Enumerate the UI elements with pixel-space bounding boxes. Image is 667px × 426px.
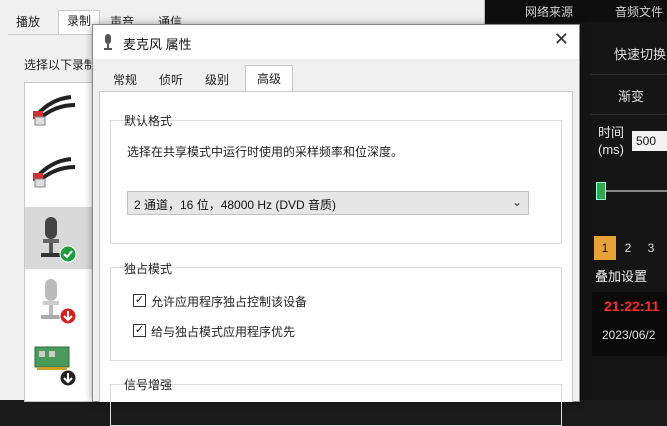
tab-listen[interactable]: 侦听: [153, 69, 189, 91]
dialog-titlebar: 麦克风 属性 ✕: [93, 25, 579, 59]
time-ms-input[interactable]: 500: [632, 131, 667, 151]
time-label-line1: 时间: [598, 125, 625, 140]
microphone-icon: [104, 34, 112, 50]
quick-switch-button[interactable]: 快速切换: [614, 44, 666, 63]
allow-exclusive-control-label: 允许应用程序独占控制该设备: [151, 295, 308, 309]
rca-cable-icon: [33, 95, 76, 126]
recording-device-list[interactable]: [24, 82, 98, 402]
exclusive-mode-group: [110, 267, 562, 361]
rca-cable-icon: [33, 157, 76, 188]
device-item-microphone-2[interactable]: [25, 269, 97, 331]
clock-panel: 21:22:11 2023/06/2: [592, 292, 667, 356]
default-format-group: [110, 120, 562, 244]
default-format-description: 选择在共享模式中运行时使用的采样频率和位深度。: [127, 145, 404, 159]
exclusive-priority-checkbox[interactable]: ✓: [133, 324, 146, 337]
chevron-down-icon: ⌄: [511, 195, 522, 209]
divider: [590, 74, 667, 75]
tab-audio-file[interactable]: 音频文件: [615, 3, 663, 20]
fade-button[interactable]: 渐变: [618, 86, 644, 105]
tab-general[interactable]: 常规: [107, 69, 143, 91]
page-tab-1[interactable]: 1: [594, 236, 616, 260]
disabled-arrow-down-icon: [59, 307, 77, 325]
overlay-settings-button[interactable]: 叠加设置: [595, 266, 647, 285]
advanced-tab-content: 默认格式 独占模式 信号增强: [99, 91, 573, 426]
clock-time: 21:22:11: [604, 298, 660, 314]
page-tab-2[interactable]: 2: [617, 236, 639, 260]
signal-enhancement-title: 信号增强: [124, 378, 173, 392]
instruction-text: 选择以下录制: [24, 58, 97, 72]
allow-exclusive-control-checkbox[interactable]: ✓: [133, 294, 146, 307]
device-item-microphone[interactable]: [25, 207, 97, 269]
tab-levels[interactable]: 级别: [199, 69, 235, 91]
time-slider-track[interactable]: [605, 190, 667, 192]
device-item-sound-card[interactable]: [25, 331, 97, 393]
sample-format-select[interactable]: 2 通道，16 位，48000 Hz (DVD 音质) ⌄: [127, 191, 529, 215]
default-device-check-icon: [59, 245, 77, 263]
page-tab-3[interactable]: 3: [640, 236, 662, 260]
tab-network-source[interactable]: 网络来源: [525, 3, 573, 20]
disconnected-arrow-down-icon: [59, 369, 77, 387]
exclusive-priority-label: 给与独占模式应用程序优先: [151, 325, 296, 339]
device-item-line-in-1[interactable]: [25, 83, 97, 145]
time-label: 时间 (ms): [598, 124, 624, 158]
exclusive-mode-title: 独占模式: [124, 262, 173, 276]
close-icon[interactable]: ✕: [554, 29, 569, 50]
sample-format-value: 2 通道，16 位，48000 Hz (DVD 音质): [134, 198, 337, 212]
tab-advanced[interactable]: 高级: [245, 65, 293, 93]
divider: [590, 114, 667, 115]
clock-date: 2023/06/2: [602, 328, 656, 342]
time-slider-thumb[interactable]: [596, 182, 606, 200]
tab-playback[interactable]: 播放: [16, 12, 40, 32]
device-item-line-in-2[interactable]: [25, 145, 97, 207]
dialog-title: 麦克风 属性: [123, 37, 192, 52]
signal-enhancement-group: [110, 384, 562, 426]
microphone-properties-dialog: 麦克风 属性 ✕ 常规 侦听 级别 高级 默认格式 独占模式 信号增强 选择在共…: [92, 24, 580, 426]
default-format-title: 默认格式: [124, 114, 173, 128]
time-label-line2: (ms): [598, 142, 624, 157]
